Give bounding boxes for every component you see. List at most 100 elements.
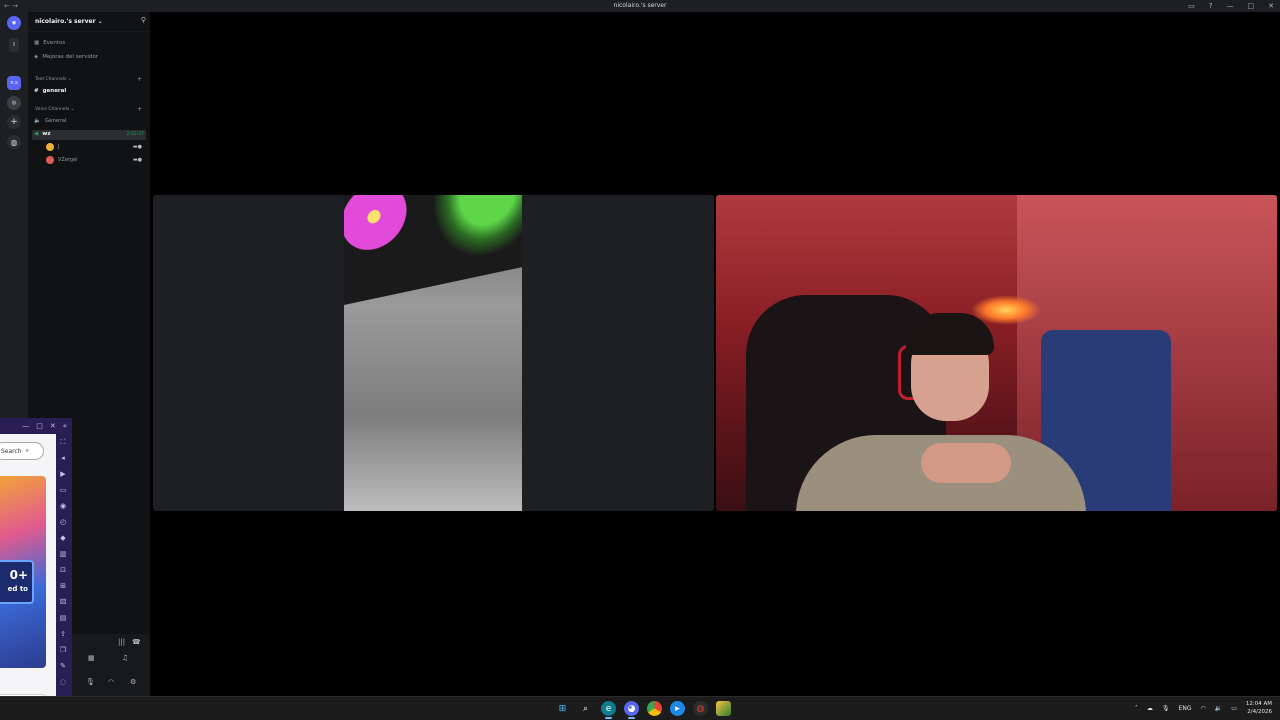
person-hair [906,313,994,355]
phone-screen [344,195,522,305]
overlay-controls: — □ ✕ « [0,418,72,434]
disconnect-icon[interactable]: ☎ [132,638,141,646]
minimize-icon[interactable]: — [22,422,29,430]
close-icon[interactable]: ✕ [50,422,56,430]
windows-start-icon[interactable]: ⊞ [555,701,570,716]
camera-feed [716,195,1277,511]
server-name: nicolairo.'s server [35,18,96,25]
screenshot-icon[interactable]: ⊞ [60,582,66,591]
server-header[interactable]: nicolairo.'s server ⌄ ⚲ [28,12,150,32]
calendar-icon: ▦ [34,40,40,46]
app-stack-icon[interactable] [716,701,731,716]
camera-feed [344,195,522,511]
overlay-panel: Search ⌕ 0+ ed to [0,434,56,710]
search-icon: ⌕ [25,447,29,454]
chevron-up-icon[interactable]: ˄ [1135,705,1138,712]
add-voice-channel-icon[interactable]: + [137,106,142,113]
search-icon[interactable]: ⌕ [578,701,593,716]
speaker-icon[interactable]: 🔉 [1215,705,1222,712]
collapse-icon[interactable]: « [63,422,67,430]
camera-icon: ▬● [132,157,142,163]
expand-icon[interactable]: ⛶ [61,438,66,447]
taskbar: ⊞ ⌕ e ◕ ▸ ◍ ˄ ☁ 🎙 ENG ◠ 🔉 ▭ 12:04 AM 2/4… [0,696,1280,720]
voice-member[interactable]: VZergel [46,156,78,164]
app-blue-icon[interactable]: ▸ [670,701,685,716]
title-bar: ← → nicolairo.'s server ▭ ? — □ ✕ [0,0,1280,12]
server-nicolairo-icon[interactable]: n.s [7,76,21,90]
voice-member[interactable]: J [46,143,59,151]
headphones-icon[interactable]: ◠ [108,678,114,686]
mic-icon[interactable]: 🎙 [1162,705,1170,712]
bulb-icon[interactable]: ◌ [60,678,66,687]
user-panel: ||| ☎ ▦ ♫ 🎙 ◠ ⚙ [72,634,150,696]
discord-home-icon[interactable]: ◉ [7,16,21,30]
mic-icon[interactable]: 🎙 [86,678,95,686]
hash-icon: # [34,88,39,94]
volume-icon[interactable]: ◂ [61,454,65,463]
camera-icon: ▬● [132,144,142,150]
minimize-button[interactable]: — [1227,0,1234,12]
promo-banner[interactable]: 0+ ed to [0,476,46,668]
discover-icon[interactable]: ◍ [7,135,21,149]
title-actions: ▭ ? — □ ✕ [1188,0,1274,12]
inbox-icon[interactable]: ▭ [1188,0,1195,12]
category-voice-channels[interactable]: Voice Channels ⌄ [35,107,74,112]
help-icon[interactable]: ? [1209,0,1213,12]
menu-item-boosts[interactable]: ◈ Mejoras del servidor [34,54,98,60]
soundboard-icon[interactable]: ♫ [122,654,128,662]
video-tile[interactable] [153,195,714,511]
person-hand [921,443,1011,483]
promo-badge: 0+ ed to [0,560,34,604]
add-server-icon[interactable]: + [7,115,21,129]
gear-icon[interactable]: ⚙ [130,678,136,686]
clock[interactable]: 12:04 AM 2/4/2026 [1246,700,1272,716]
voice-timer: 2:55:27 [126,132,144,137]
menu-item-events[interactable]: ▦ Eventos [34,40,65,46]
play-icon[interactable]: ▶ [60,470,65,479]
battery-icon[interactable]: ▭ [1231,705,1237,712]
record-icon[interactable]: ◉ [60,502,66,511]
avatar [46,156,54,164]
voice-channel-wz[interactable]: ◀ wz [34,131,51,137]
close-button[interactable]: ✕ [1268,0,1274,12]
capture-icon[interactable]: ⊡ [60,566,66,575]
edge-icon[interactable]: e [601,701,616,719]
date: 2/4/2026 [1247,709,1272,715]
server-icon[interactable]: I [9,38,19,52]
speaker-icon: 🔈 [34,118,41,124]
search-field[interactable]: Search ⌕ [0,442,44,460]
system-tray: ˄ ☁ 🎙 ENG ◠ 🔉 ▭ 12:04 AM 2/4/2026 [1135,700,1272,716]
window-title: nicolairo.'s server [613,2,667,9]
cloud-icon[interactable]: ☁ [1147,705,1153,712]
language-indicator[interactable]: ENG [1179,705,1192,712]
channel-general[interactable]: # general [34,88,66,94]
game-icon[interactable]: ◆ [60,534,65,543]
tv-icon[interactable]: ▭ [60,486,67,495]
brush-icon[interactable]: ✎ [60,662,66,671]
activities-icon[interactable]: ▦ [88,654,95,662]
flower-image [344,195,444,275]
category-text-channels[interactable]: Text Channels ⌄ [35,77,72,82]
share-icon[interactable]: ⇪ [60,630,66,639]
invite-icon[interactable]: ⚲ [141,16,146,24]
add-text-channel-icon[interactable]: + [137,76,142,83]
discord-icon[interactable]: ◕ [624,701,639,719]
speaker-icon: ◀ [34,131,39,137]
video-tile[interactable] [716,195,1277,511]
maximize-icon[interactable]: □ [36,422,43,430]
copy-icon[interactable]: ❐ [60,646,66,655]
folder-icon[interactable]: ▤ [60,614,67,623]
controller-icon[interactable]: ⚄ [60,598,66,607]
overlay-toolbar: ⛶ ◂ ▶ ▭ ◉ ◴ ◆ ▥ ⊡ ⊞ ⚄ ▤ ⇪ ❐ ✎ ◌ [57,438,69,687]
history-icon[interactable]: ◴ [60,518,66,527]
app-red-icon[interactable]: ◍ [693,701,708,716]
wifi-icon[interactable]: ◠ [1200,705,1205,712]
chrome-icon[interactable] [647,701,662,716]
voice-channel-general[interactable]: 🔈 General [34,118,67,124]
server-icon[interactable]: ◎ [7,96,21,110]
taskbar-apps: ⊞ ⌕ e ◕ ▸ ◍ [555,701,731,719]
stats-icon[interactable]: ▥ [60,550,67,559]
avatar [46,143,54,151]
maximize-button[interactable]: □ [1248,0,1255,12]
noise-icon[interactable]: ||| [118,638,125,646]
